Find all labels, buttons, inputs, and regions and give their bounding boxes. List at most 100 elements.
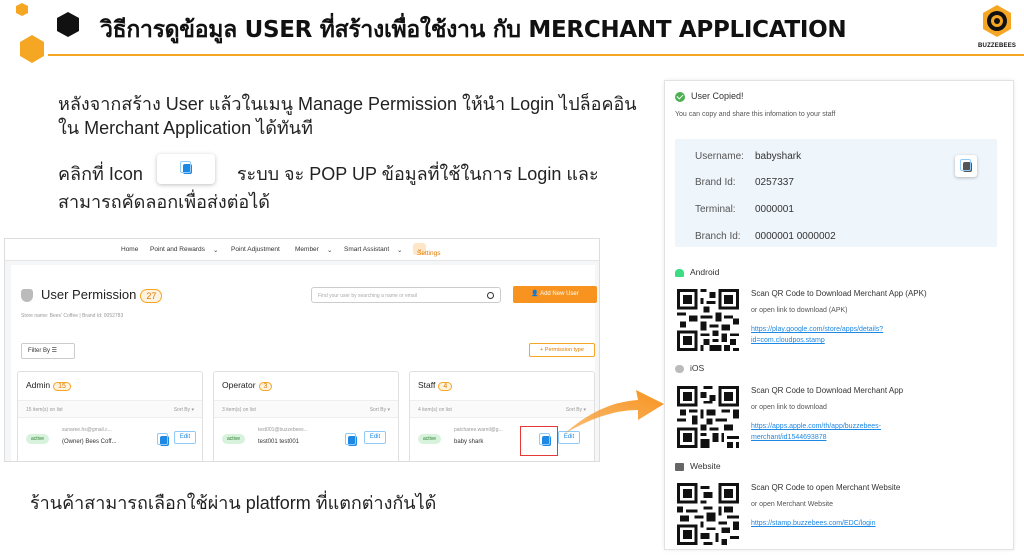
android-title: Scan QR Code to Download Merchant App (A…: [751, 289, 927, 298]
qr-code-ios: [677, 386, 739, 448]
add-user-button[interactable]: 👤 Add New User: [513, 286, 597, 303]
ios-link[interactable]: https://apps.apple.com/th/app/buzzebees-…: [751, 421, 951, 443]
instruction-line-2: สามารถคัดลอกเพื่อส่งต่อได้: [58, 192, 270, 212]
copy-icon[interactable]: [345, 433, 357, 446]
android-icon: [675, 268, 684, 277]
edit-button[interactable]: Edit: [364, 431, 386, 444]
nav-home[interactable]: Home: [121, 246, 138, 253]
column-subheader: 3 item(s) on list Sort By ▾: [214, 400, 398, 418]
branch-label: Branch Id:: [695, 231, 741, 242]
website-label: Website: [690, 461, 721, 471]
username-label: Username:: [695, 151, 744, 162]
column-count: 3: [258, 382, 273, 391]
website-title: Scan QR Code to open Merchant Website: [751, 483, 901, 492]
permission-title: User Permission 27: [41, 287, 163, 303]
column-title-text: Operator: [222, 380, 256, 390]
ios-heading: iOS: [675, 363, 704, 373]
store-info: Store name: Bees' Coffee | Brand Id: 005…: [21, 313, 124, 319]
arrow-icon: [564, 390, 664, 434]
footer-text: ร้านค้าสามารถเลือกใช้ผ่าน platform ที่แต…: [30, 493, 437, 513]
logo-icon: [983, 5, 1011, 37]
chevron-down-icon: ⌄: [213, 247, 219, 254]
column-title-text: Staff: [418, 380, 436, 390]
sort-label: Sort By: [173, 407, 191, 413]
highlight-box: [520, 426, 558, 456]
page-title: วิธีการดูข้อมูล USER ที่สร้างเพื่อใช้งาน…: [100, 17, 847, 43]
hexagon-decoration: [16, 3, 79, 63]
item-count: 4 item(s) on list: [418, 407, 452, 413]
title-underline: [48, 54, 1024, 56]
nav-adjust[interactable]: Point Adjustment: [231, 246, 280, 253]
user-name: (Owner) Bees Coff...: [62, 439, 117, 445]
search-placeholder: Find your user by searching a name or em…: [318, 293, 417, 299]
item-count: 15 item(s) on list: [26, 407, 63, 413]
sort-dropdown[interactable]: Sort By ▾: [370, 407, 390, 413]
monitor-icon: [675, 462, 684, 471]
edit-button[interactable]: Edit: [174, 431, 196, 444]
top-nav: Home Point and Rewards ⌄ Point Adjustmen…: [5, 239, 599, 261]
column-admin: Admin 15 15 item(s) on list Sort By ▾ acti…: [17, 371, 203, 461]
ios-or: or open link to download: [751, 404, 827, 411]
column-count: 4: [438, 382, 453, 391]
terminal-row: Terminal: 0000001: [695, 204, 794, 215]
user-permission-screenshot: Home Point and Rewards ⌄ Point Adjustmen…: [4, 238, 600, 462]
sort-label: Sort By: [369, 407, 387, 413]
android-link[interactable]: https://play.google.com/store/apps/detai…: [751, 324, 951, 346]
user-copied-popup: User Copied! You can copy and share this…: [664, 80, 1014, 550]
sort-dropdown[interactable]: Sort By ▾: [174, 407, 194, 413]
search-input[interactable]: Find your user by searching a name or em…: [311, 287, 501, 303]
android-label: Android: [690, 267, 720, 277]
user-count-badge: 27: [140, 288, 163, 303]
brand-label: Brand Id:: [695, 177, 736, 188]
permission-type-label: Permission type: [544, 347, 584, 353]
column-title-text: Admin: [26, 380, 51, 390]
click-suffix: ระบบ จะ POP UP ข้อมูลที่ใช้ในการ Login แ…: [236, 163, 599, 184]
copy-icon[interactable]: [157, 433, 169, 446]
brand-row: Brand Id: 0257337: [695, 177, 794, 188]
check-icon: [675, 91, 685, 102]
terminal-value: 0000001: [755, 204, 794, 215]
intro-line-1: หลังจากสร้าง User แล้วในเมนู Manage Perm…: [58, 94, 637, 114]
copied-text: User Copied!: [691, 91, 744, 101]
user-email: patcharee.warnil@g...: [454, 427, 503, 433]
website-or: or open Merchant Website: [751, 501, 833, 508]
black-hexagon: [57, 12, 79, 37]
chevron-down-icon: ⌄: [327, 247, 333, 254]
search-icon[interactable]: [487, 292, 494, 299]
status-badge: active: [418, 434, 442, 444]
nav-settings-label: Settings: [417, 250, 441, 257]
brand-value: 0257337: [755, 177, 794, 188]
user-name: test001 test001: [258, 439, 300, 445]
login-info-box: Username: babyshark Brand Id: 0257337 Term…: [675, 139, 997, 247]
qr-code-android: [677, 289, 739, 351]
nav-settings[interactable]: Settings ⌄: [413, 243, 441, 257]
filter-button[interactable]: Filter By ☰: [21, 343, 75, 359]
permission-card: User Permission 27 Store name: Bees' Coff…: [11, 265, 597, 461]
column-operator: Operator 3 3 item(s) on list Sort By ▾ act…: [213, 371, 399, 461]
copy-icon: [179, 161, 192, 174]
username-value: babyshark: [755, 151, 802, 162]
nav-member[interactable]: Member: [295, 246, 319, 253]
slide: วิธีการดูข้อมูล USER ที่สร้างเพื่อใช้งาน…: [0, 0, 1024, 556]
terminal-label: Terminal:: [695, 204, 736, 215]
copy-icon: [960, 159, 972, 172]
branch-row: Branch Id: 0000001 0000002: [695, 231, 836, 242]
orange-hexagon: [20, 35, 44, 63]
ios-title: Scan QR Code to Download Merchant App: [751, 386, 904, 395]
permission-type-button[interactable]: + Permission type: [529, 343, 595, 357]
nav-points[interactable]: Point and Rewards: [150, 246, 205, 253]
branch-value: 0000001 0000002: [755, 231, 836, 242]
add-user-label: Add New User: [540, 291, 579, 297]
nav-assistant[interactable]: Smart Assistant: [344, 246, 389, 253]
username-row: Username: babyshark: [695, 151, 801, 162]
instruction-line-1: คลิกที่ Icon ระบบ จะ POP UP ข้อมูลที่ใช้ใ…: [58, 154, 618, 190]
filter-label: Filter By: [28, 348, 51, 354]
apple-icon: [675, 364, 684, 373]
user-name: baby shark: [454, 439, 484, 445]
copied-heading: User Copied!: [675, 91, 744, 102]
intro-line-2: ใน Merchant Application ได้ทันที: [58, 118, 313, 138]
copy-button[interactable]: [955, 155, 977, 177]
website-link[interactable]: https://stamp.buzzebees.com/EDC/login: [751, 518, 951, 529]
copy-icon-example: [156, 154, 215, 184]
android-heading: Android: [675, 267, 719, 277]
